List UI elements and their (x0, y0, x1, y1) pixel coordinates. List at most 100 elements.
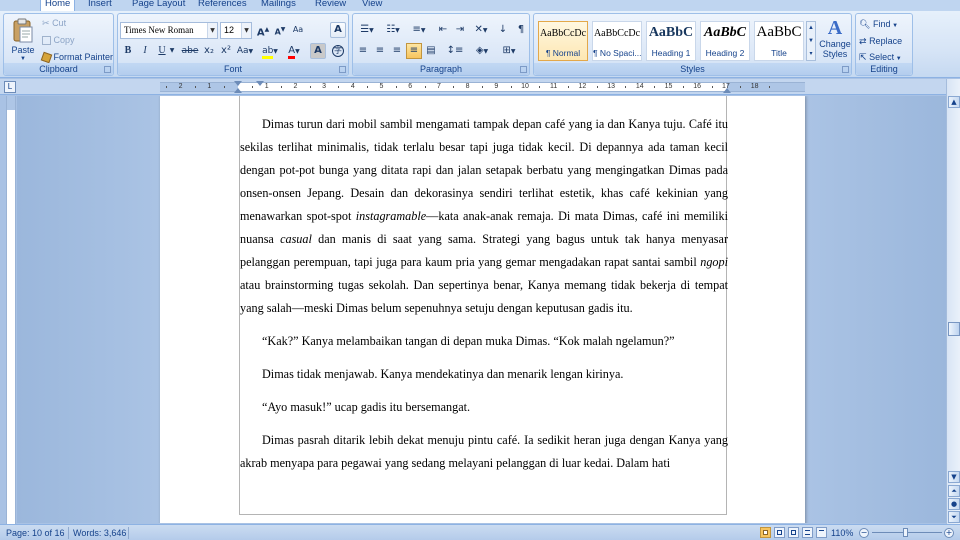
font-size-select[interactable]: 12 ▼ (220, 22, 252, 39)
hanging-indent-marker[interactable] (234, 88, 242, 93)
format-painter-button[interactable]: Format Painter (40, 51, 113, 64)
next-page-button[interactable]: ⏷ (948, 511, 960, 523)
font-family-select[interactable]: Times New Roman ▼ (120, 22, 218, 39)
font-dialog-launcher[interactable] (339, 66, 346, 73)
vertical-scrollbar[interactable]: ▲ ▼ ⏶ ● ⏷ (946, 79, 960, 524)
tab-view[interactable]: View (358, 0, 386, 11)
paragraph[interactable]: Dimas pasrah ditarik lebih dekat menuju … (240, 429, 728, 475)
more-styles-icon[interactable]: ▾ (807, 48, 815, 60)
bullets-button[interactable]: ☰▼ (355, 22, 379, 38)
replace-button[interactable]: ⇄ Replace (859, 35, 902, 48)
paragraph[interactable]: “Kak?” Kanya melambaikan tangan di depan… (240, 330, 728, 353)
zoom-out-button[interactable]: − (859, 528, 869, 538)
font-color-button[interactable]: A▼ (283, 43, 305, 59)
zoom-slider-thumb[interactable] (903, 528, 908, 537)
text-run: “Ayo masuk!” ucap gadis itu bersemangat. (262, 400, 471, 414)
zoom-level[interactable]: 110% (831, 527, 853, 539)
align-right-button[interactable]: ≡ (389, 43, 405, 59)
show-formatting-button[interactable]: ¶ (513, 22, 529, 38)
asian-layout-button[interactable]: ✕▼ (469, 22, 493, 38)
subscript-button[interactable]: x₂ (201, 43, 217, 59)
find-button[interactable]: 🔍︎ Find ▼ (859, 18, 898, 32)
character-border-button[interactable]: A (330, 22, 346, 38)
change-styles-icon: A (827, 17, 843, 39)
copy-button[interactable]: Copy (42, 34, 75, 46)
distributed-button[interactable]: ▤ (423, 43, 439, 59)
document-body[interactable]: Dimas turun dari mobil sambil mengamati … (240, 113, 728, 475)
right-indent-marker[interactable] (723, 88, 731, 93)
tab-references[interactable]: References (194, 0, 251, 11)
numbering-button[interactable]: ☷▼ (381, 22, 405, 38)
paste-button[interactable]: Paste ▼ (7, 18, 39, 64)
document-area[interactable]: Dimas turun dari mobil sambil mengamati … (17, 96, 946, 523)
superscript-button[interactable]: x² (218, 43, 234, 59)
grow-font-button[interactable]: A▲ (255, 22, 271, 38)
change-case-button[interactable]: Aa▼ (235, 43, 255, 59)
paragraph[interactable]: Dimas tidak menjawab. Kanya mendekatinya… (240, 363, 728, 386)
line-spacing-button[interactable]: ↕≡ (443, 43, 467, 59)
select-browse-object-button[interactable]: ● (948, 498, 960, 510)
web-layout-view-button[interactable] (788, 527, 799, 538)
sort-button[interactable]: ↓ (495, 22, 511, 38)
document-page[interactable]: Dimas turun dari mobil sambil mengamati … (160, 96, 805, 523)
increase-indent-button[interactable]: ⇥ (452, 22, 468, 38)
shrink-font-button[interactable]: A▼ (272, 22, 288, 38)
scrollbar-thumb[interactable] (948, 322, 960, 336)
italic-button[interactable]: I (137, 43, 153, 59)
draft-view-button[interactable] (816, 527, 827, 538)
outline-view-button[interactable] (802, 527, 813, 538)
style-normal[interactable]: AaBbCcDc ¶ Normal (538, 21, 588, 61)
first-line-indent-marker[interactable] (256, 81, 264, 86)
style-no-spacing[interactable]: AaBbCcDc ¶ No Spaci... (592, 21, 642, 61)
decrease-indent-button[interactable]: ⇤ (435, 22, 451, 38)
paragraph[interactable]: “Ayo masuk!” ucap gadis itu bersemangat. (240, 396, 728, 419)
strikethrough-button[interactable]: abe (180, 43, 200, 59)
text-run: dan manis di saat yang sama. Strategi ya… (240, 232, 728, 269)
tab-page-layout[interactable]: Page Layout (128, 0, 189, 11)
cut-button[interactable]: ✂ Cut (42, 17, 66, 30)
styles-gallery-scroll[interactable]: ▲ ▼ ▾ (806, 21, 816, 61)
tab-insert[interactable]: Insert (84, 0, 116, 11)
style-name: Heading 2 (705, 48, 745, 58)
align-center-button[interactable]: ≡ (372, 43, 388, 59)
tab-selector-button[interactable]: L (4, 81, 16, 93)
style-heading-1[interactable]: AaBbC Heading 1 (646, 21, 696, 61)
page-counter[interactable]: Page: 10 of 16 (6, 527, 65, 539)
print-layout-view-button[interactable] (760, 527, 771, 538)
bold-button[interactable]: B (120, 43, 136, 59)
paragraph[interactable]: Dimas turun dari mobil sambil mengamati … (240, 113, 728, 320)
chevron-down-icon[interactable]: ▼ (207, 23, 217, 38)
ruler-bar: L 2 1 1 2 3 4 5 6 7 8 9 10 11 12 13 14 15 16 17 18 (0, 79, 960, 95)
full-screen-reading-view-button[interactable] (774, 527, 785, 538)
style-heading-2[interactable]: AaBbC Heading 2 (700, 21, 750, 61)
chevron-up-icon[interactable]: ▲ (807, 22, 815, 35)
tab-mailings[interactable]: Mailings (257, 0, 300, 11)
chevron-down-icon[interactable]: ▼ (807, 35, 815, 48)
zoom-in-button[interactable]: + (944, 528, 954, 538)
styles-dialog-launcher[interactable] (842, 66, 849, 73)
character-shading-button[interactable]: A (310, 43, 326, 59)
scroll-up-button[interactable]: ▲ (948, 96, 960, 108)
ruler-tick (625, 86, 627, 88)
align-left-button[interactable]: ≡ (355, 43, 371, 59)
chevron-down-icon[interactable]: ▼ (241, 23, 251, 38)
chevron-down-icon[interactable]: ▼ (168, 43, 176, 59)
first-line-indent-marker[interactable] (234, 81, 242, 86)
change-styles-button[interactable]: A Change Styles (818, 17, 852, 59)
highlight-button[interactable]: ab▼ (259, 43, 281, 59)
paragraph-dialog-launcher[interactable] (520, 66, 527, 73)
multilevel-list-button[interactable]: ≡▼ (407, 22, 431, 38)
copy-icon (42, 36, 51, 46)
previous-page-button[interactable]: ⏶ (948, 485, 960, 497)
scroll-down-button[interactable]: ▼ (948, 471, 960, 483)
enclose-characters-button[interactable]: 字 (330, 43, 346, 59)
style-title[interactable]: AaBbC Title (754, 21, 804, 61)
borders-button[interactable]: ⊞▼ (497, 43, 521, 59)
clear-formatting-button[interactable]: Aa (290, 22, 306, 38)
justify-button[interactable]: ≡ (406, 43, 422, 59)
word-counter[interactable]: Words: 3,646 (73, 527, 126, 539)
tab-review[interactable]: Review (311, 0, 350, 11)
vertical-ruler[interactable] (6, 96, 16, 524)
shading-button[interactable]: ◈▼ (470, 43, 494, 59)
clipboard-dialog-launcher[interactable] (104, 66, 111, 73)
